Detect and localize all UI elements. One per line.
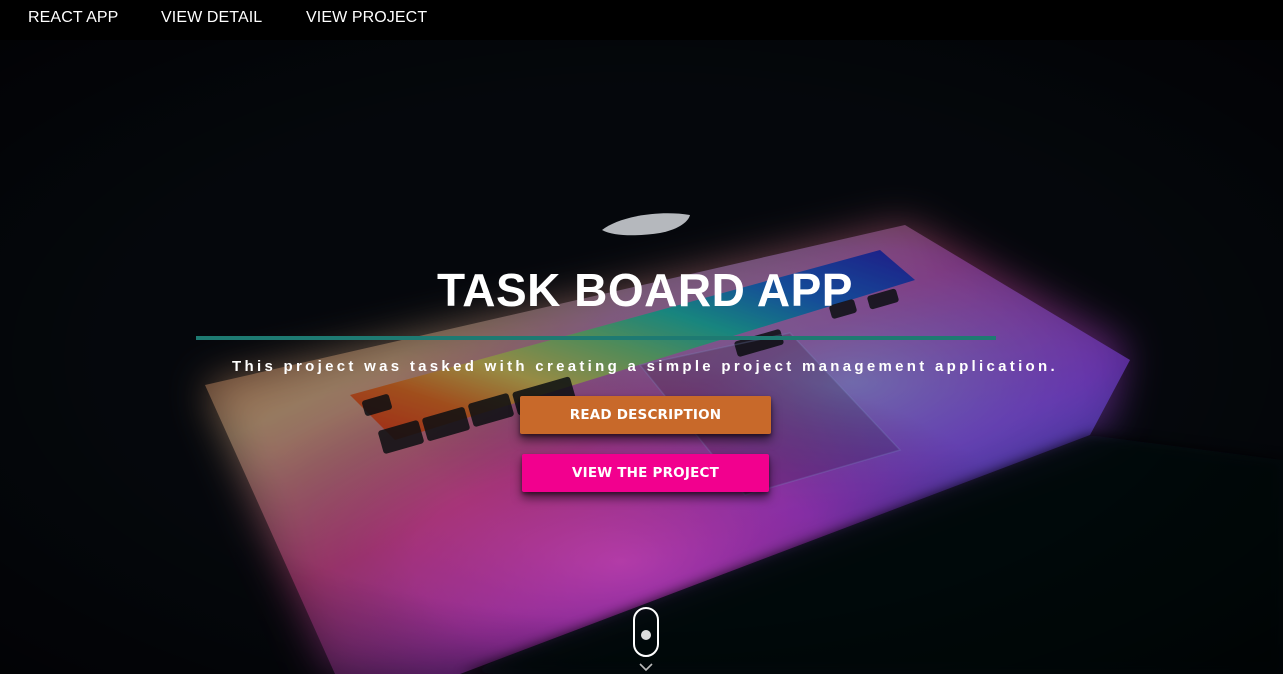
chevron-down-icon bbox=[639, 663, 653, 672]
read-description-button[interactable]: READ DESCRIPTION bbox=[520, 396, 771, 434]
scroll-wheel-dot bbox=[641, 630, 651, 640]
hero-subtitle: This project was tasked with creating a … bbox=[232, 358, 1058, 375]
hero-title: TASK BOARD APP bbox=[437, 264, 853, 316]
nav-brand-link[interactable]: REACT APP bbox=[28, 8, 118, 28]
top-navbar: REACT APP VIEW DETAIL VIEW PROJECT bbox=[0, 0, 1283, 40]
page: REACT APP VIEW DETAIL VIEW PROJECT TASK … bbox=[0, 0, 1283, 674]
nav-view-detail-link[interactable]: VIEW DETAIL bbox=[161, 8, 262, 28]
nav-view-project-link[interactable]: VIEW PROJECT bbox=[306, 8, 427, 28]
title-divider bbox=[196, 336, 996, 340]
view-project-button[interactable]: VIEW THE PROJECT bbox=[522, 454, 769, 492]
scroll-mouse-icon[interactable] bbox=[633, 607, 659, 657]
